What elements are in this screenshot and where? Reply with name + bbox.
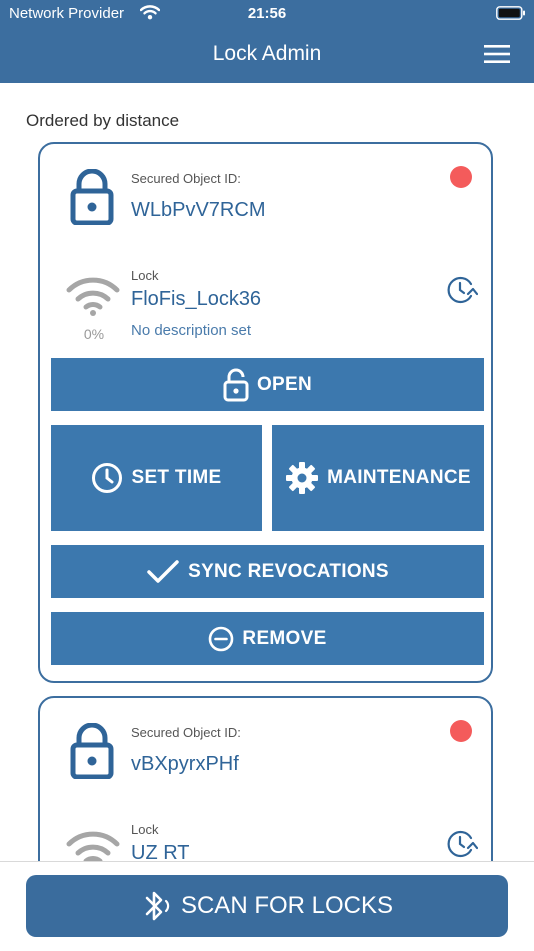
lock-label: Lock xyxy=(131,268,159,283)
lock-label: Lock xyxy=(131,822,159,837)
sync-revocations-label: SYNC REVOCATIONS xyxy=(188,560,389,582)
section-label: Ordered by distance xyxy=(26,111,180,130)
clock-icon xyxy=(91,462,131,494)
maintenance-button[interactable]: MAINTENANCE xyxy=(272,425,484,531)
maintenance-label: MAINTENANCE xyxy=(327,467,471,488)
remove-button-label: REMOVE xyxy=(242,627,327,649)
status-time: 21:56 xyxy=(247,5,287,22)
bluetooth-icon xyxy=(141,888,181,924)
hamburger-menu-icon[interactable] xyxy=(484,44,510,69)
gear-icon xyxy=(285,461,327,495)
lock-name: FloFis_Lock36 xyxy=(131,288,262,310)
set-time-button[interactable]: SET TIME xyxy=(51,425,262,531)
lock-name: UZ RT xyxy=(131,842,190,861)
history-clock-icon[interactable] xyxy=(446,275,479,310)
remove-button[interactable]: REMOVE xyxy=(51,612,484,665)
lock-description: No description set xyxy=(131,322,252,339)
lock-card: Secured Object ID: vBXpyrxPHf Lock UZ RT xyxy=(38,696,493,861)
scan-for-locks-label: SCAN FOR LOCKS xyxy=(180,892,394,919)
set-time-label: SET TIME xyxy=(131,467,222,488)
lock-list[interactable]: Ordered by distance Secured Object ID: W… xyxy=(0,83,534,861)
lock-card: Secured Object ID: WLbPvV7RCM 0% Lock Fl… xyxy=(38,142,493,683)
open-button-label: OPEN xyxy=(256,373,313,395)
status-dot xyxy=(450,720,472,742)
minus-circle-icon xyxy=(208,626,242,652)
scan-for-locks-button[interactable]: SCAN FOR LOCKS xyxy=(26,875,508,937)
open-button[interactable]: OPEN xyxy=(51,358,484,411)
checkmark-icon xyxy=(146,559,188,585)
object-id-label: Secured Object ID: xyxy=(131,725,241,740)
status-dot xyxy=(450,166,472,188)
object-id-value: WLbPvV7RCM xyxy=(131,199,266,221)
status-bar: Network Provider 21:56 xyxy=(0,0,534,28)
nav-bar: Lock Admin xyxy=(0,28,534,83)
padlock-icon xyxy=(70,722,114,784)
history-clock-icon[interactable] xyxy=(446,829,479,861)
battery-icon xyxy=(496,6,526,24)
wifi-signal-icon xyxy=(65,274,121,321)
padlock-icon xyxy=(70,168,114,230)
object-id-label: Secured Object ID: xyxy=(131,171,241,186)
bottom-bar: SCAN FOR LOCKS xyxy=(0,861,534,951)
page-title: Lock Admin xyxy=(212,42,322,65)
sync-revocations-button[interactable]: SYNC REVOCATIONS xyxy=(51,545,484,598)
unlocked-padlock-icon xyxy=(223,368,257,402)
signal-percent: 0% xyxy=(83,326,105,342)
object-id-value: vBXpyrxPHf xyxy=(131,753,239,775)
wifi-signal-icon xyxy=(65,828,121,861)
